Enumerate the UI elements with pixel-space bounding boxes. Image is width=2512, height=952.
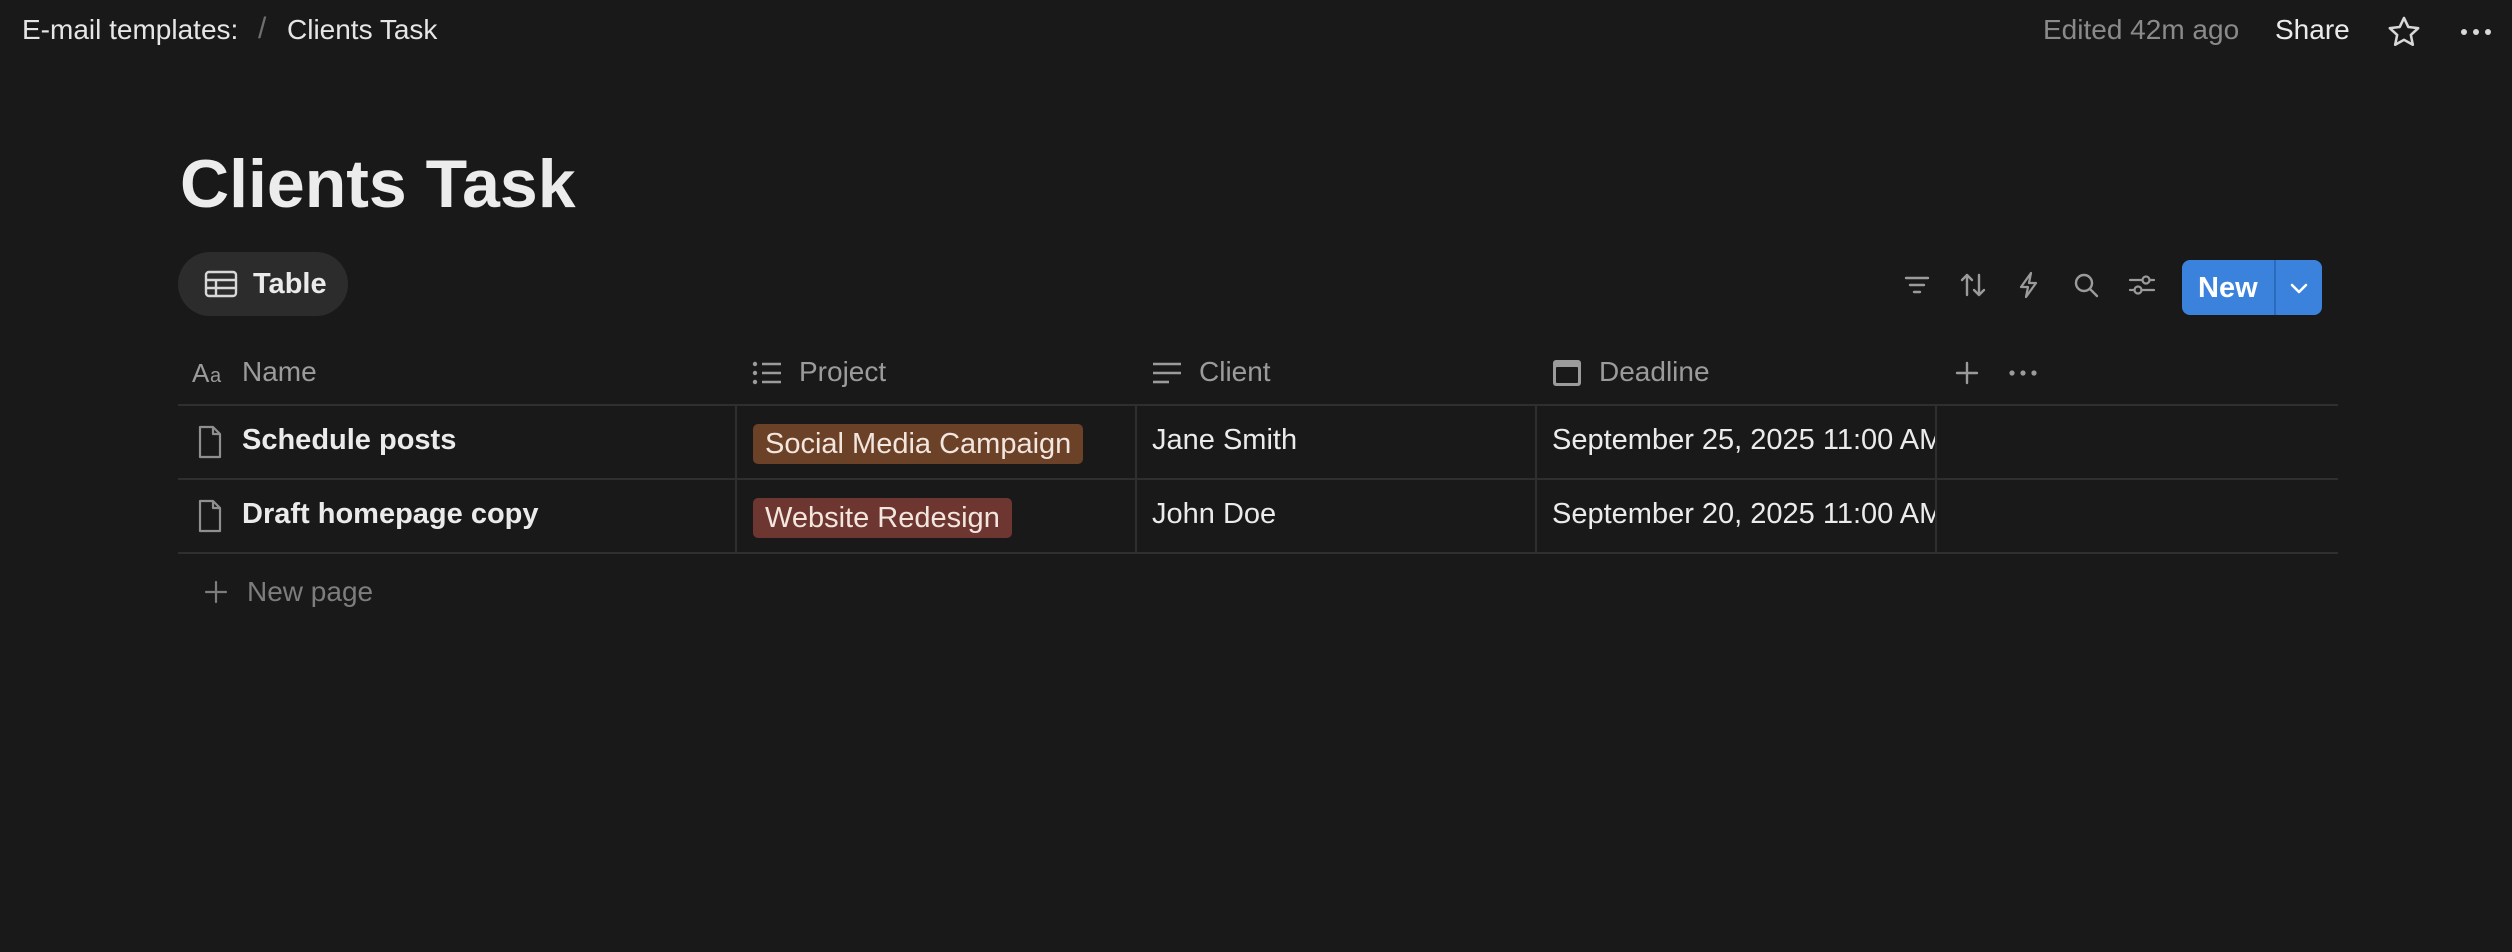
row-title: Schedule posts — [242, 424, 457, 456]
deadline-value: September 25, 2025 11:00 AM — [1552, 424, 1935, 456]
text-lines-icon — [1153, 362, 1181, 384]
svg-text:a: a — [210, 365, 222, 386]
settings-icon[interactable] — [2127, 270, 2157, 300]
column-header-name[interactable]: A a Name — [178, 340, 735, 406]
breadcrumb-separator: / — [258, 12, 267, 45]
calendar-icon — [1553, 360, 1581, 386]
column-more-icon[interactable] — [2006, 358, 2040, 393]
automation-icon[interactable] — [2014, 270, 2044, 300]
more-icon[interactable] — [2458, 18, 2498, 51]
column-header-deadline[interactable]: Deadline — [1535, 340, 1935, 406]
tab-table-view[interactable]: Table — [178, 252, 348, 316]
client-cell[interactable]: Jane Smith — [1135, 406, 1535, 478]
plus-icon — [204, 580, 228, 604]
new-dropdown-button[interactable] — [2276, 260, 2322, 315]
table-row-name-cell[interactable]: Draft homepage copy — [178, 480, 735, 552]
column-header-label: Project — [799, 356, 887, 387]
text-property-icon: A a — [192, 360, 222, 386]
add-column-icon[interactable] — [1952, 358, 1982, 393]
breadcrumb-parent[interactable]: E-mail templates: — [22, 14, 238, 46]
new-button[interactable]: New — [2182, 260, 2274, 315]
chevron-down-icon — [2290, 283, 2308, 294]
page-title: Clients Task — [180, 146, 576, 222]
deadline-value: September 20, 2025 11:00 AM — [1552, 498, 1935, 530]
column-header-label: Deadline — [1599, 356, 1710, 387]
column-divider — [1935, 406, 1937, 552]
project-tag: Website Redesign — [753, 498, 1012, 538]
column-header-label: Name — [242, 356, 317, 387]
column-divider — [735, 406, 737, 552]
new-page-label: New page — [247, 576, 374, 607]
column-header-label: Client — [1199, 356, 1271, 387]
column-header-project[interactable]: Project — [735, 340, 1135, 406]
row-title: Draft homepage copy — [242, 498, 539, 530]
share-button[interactable]: Share — [2275, 14, 2350, 46]
deadline-cell[interactable]: September 20, 2025 11:00 AM — [1535, 480, 1935, 552]
client-value: Jane Smith — [1152, 424, 1298, 456]
top-bar: E-mail templates: / Clients Task Edited … — [0, 0, 2512, 64]
deadline-cell[interactable]: September 25, 2025 11:00 AM — [1535, 406, 1935, 478]
table-row-name-cell[interactable]: Schedule posts — [178, 406, 735, 478]
page-icon — [198, 499, 222, 533]
table-icon — [204, 268, 238, 305]
sort-icon[interactable] — [1958, 270, 1988, 300]
new-button-label: New — [2198, 272, 2258, 304]
project-tag: Social Media Campaign — [753, 424, 1084, 464]
column-header-client[interactable]: Client — [1135, 340, 1535, 406]
row-divider — [178, 552, 2338, 554]
page-icon — [198, 425, 222, 459]
filter-icon[interactable] — [1902, 270, 1932, 300]
new-split-button: New — [2182, 260, 2322, 315]
tab-label: Table — [253, 268, 327, 300]
breadcrumb-current[interactable]: Clients Task — [287, 14, 437, 46]
client-cell[interactable]: John Doe — [1135, 480, 1535, 552]
search-icon[interactable] — [2071, 270, 2101, 300]
edited-timestamp: Edited 42m ago — [2043, 14, 2240, 45]
client-value: John Doe — [1152, 498, 1277, 530]
select-property-icon — [752, 361, 781, 385]
svg-text:A: A — [192, 360, 210, 386]
star-icon[interactable] — [2386, 14, 2422, 55]
